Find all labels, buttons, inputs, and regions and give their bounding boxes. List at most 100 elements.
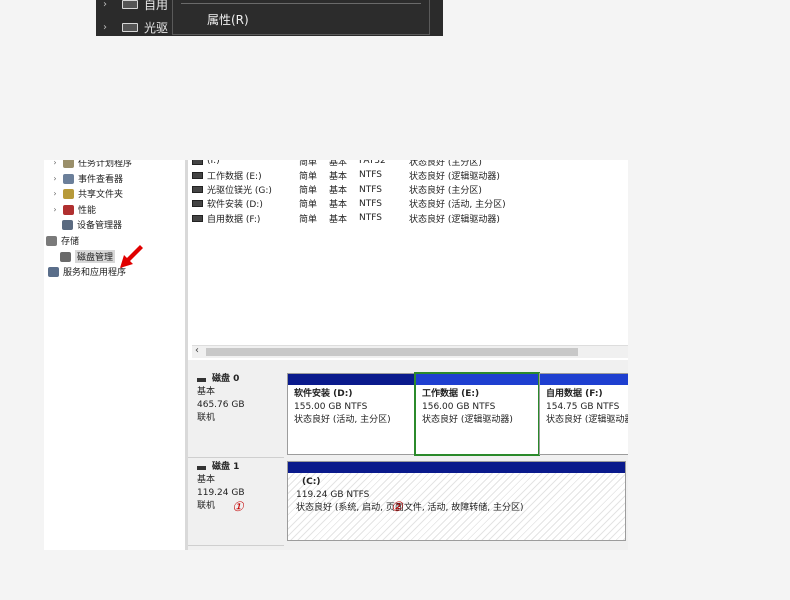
volume-fs: NTFS [359,184,382,195]
disk-title: 磁盘 1 [212,462,240,472]
partition-size: 155.00 GB NTFS [294,402,368,412]
disk-icon [197,465,206,470]
volume-status: 状态良好 (主分区) [409,160,482,168]
volume-fs: NTFS [359,170,382,181]
partition-d[interactable]: 软件安装 (D:) 155.00 GB NTFS 状态良好 (活动, 主分区) [287,373,415,455]
volume-fs: NTFS [359,213,382,224]
chevron-right-icon[interactable]: › [50,205,60,214]
primary-partition-bar [288,462,625,473]
partition-name: 软件安装 (D:) [294,389,353,399]
context-menu: 属性(R) [172,0,430,35]
nav-item-label: 共享文件夹 [78,190,124,200]
partition-e[interactable]: 工作数据 (E:) 156.00 GB NTFS 状态良好 (逻辑驱动器) [414,372,540,456]
volume-name: (I:) [207,160,220,166]
volume-type: 基本 [329,186,348,197]
partition-name: (C:) [302,477,321,487]
chevron-right-icon[interactable]: › [50,160,60,167]
nav-item-label: 设备管理器 [77,221,123,231]
volume-name: 工作数据 (E:) [207,171,262,182]
volume-name: 光驱位镁光 (G:) [207,186,272,197]
partition-size: 119.24 GB NTFS [296,490,370,500]
tree-item-drive[interactable]: › 光驱 [96,18,168,36]
volume-icon [192,200,203,208]
nav-item-label: 性能 [78,206,97,216]
volume-row[interactable]: (I:) 简单 基本 FAT32 状态良好 (主分区) [192,160,628,168]
volume-type: 基本 [329,171,348,182]
menu-separator [181,3,421,4]
nav-item[interactable]: › 共享文件夹 [50,186,123,201]
volume-layout: 简单 [299,200,318,211]
nav-item-icon [62,219,73,230]
volume-icon [192,214,203,222]
volume-layout: 简单 [299,171,318,182]
tree-item-label: 自用 [144,0,169,12]
volume-status: 状态良好 (逻辑驱动器) [409,214,500,225]
nav-item-label: 磁盘管理 [75,250,116,263]
volume-name: 软件安装 (D:) [207,200,263,211]
nav-item-label: 事件查看器 [78,175,124,185]
partition-status: 状态良好 (逻辑驱动器 [546,415,628,425]
chevron-right-icon[interactable]: › [96,0,114,10]
volume-list: (I:) 简单 基本 FAT32 状态良好 (主分区) 工作数据 (E:) 简单 基本 NTFS… [188,160,628,343]
disk-title: 磁盘 0 [212,374,240,384]
partition-name: 工作数据 (E:) [422,389,480,399]
disk-type: 基本 [197,387,216,397]
red-pointer-arrow-icon [120,245,143,268]
nav-item-icon [63,173,74,184]
nav-item[interactable]: › 事件查看器 [50,171,123,186]
annotation-marker-2: ② [391,500,403,515]
volume-status: 状态良好 (逻辑驱动器) [409,171,500,182]
tree-item-label: 光驱 [144,20,169,35]
disk-size: 465.76 GB [197,400,245,410]
scrollbar-thumb[interactable] [206,348,578,356]
volume-row[interactable]: 自用数据 (F:) 简单 基本 NTFS 状态良好 (逻辑驱动器) [192,211,628,225]
volume-status: 状态良好 (活动, 主分区) [409,200,506,211]
nav-item-label: 存储 [61,237,80,247]
scroll-left-icon[interactable]: ‹ [195,345,199,356]
volume-icon [192,171,203,179]
volume-layout: 简单 [299,214,318,225]
explorer-tree-fragment: › 自用 › 光驱 属性(R) [96,0,443,36]
partition-status: 状态良好 (活动, 主分区) [294,415,391,425]
chevron-right-icon[interactable]: › [50,174,60,183]
partition-status: 状态良好 (系统, 启动, 页面文件, 活动, 故障转储, 主分区) [296,503,524,513]
volume-fs: NTFS [359,198,382,209]
volume-fs: FAT32 [359,160,386,166]
primary-partition-bar [288,374,414,385]
disk-graphical-view: 磁盘 0 基本 465.76 GB 联机 软件安装 (D:) 155.00 GB… [188,360,628,550]
volume-type: 基本 [329,214,348,225]
nav-item[interactable]: 磁盘管理 [60,249,116,264]
menu-item-properties[interactable]: 属性(R) [207,11,249,28]
nav-item-icon [60,251,71,262]
annotation-marker-1: ① [232,500,244,515]
tree-item-drive[interactable]: › 自用 [96,0,168,13]
nav-item[interactable]: › 性能 [50,202,96,217]
disk-size: 119.24 GB [197,488,245,498]
volume-row[interactable]: 光驱位镁光 (G:) 简单 基本 NTFS 状态良好 (主分区) [192,183,628,197]
disk-management-window: › 任务计划程序 › 事件查看器 › 共享文件夹 › 性能设备管理器存储磁盘管理 服务和应用程序… [44,160,628,550]
disk-0-label[interactable]: 磁盘 0 基本 465.76 GB 联机 [188,373,284,458]
drive-icon [122,0,138,9]
partition-c[interactable]: (C:) 119.24 GB NTFS 状态良好 (系统, 启动, 页面文件, … [287,461,626,541]
nav-item[interactable]: 服务和应用程序 [48,264,126,279]
logical-partition-bar [540,374,628,385]
chevron-right-icon[interactable]: › [96,22,114,33]
volume-type: 基本 [329,200,348,211]
nav-item[interactable]: 设备管理器 [62,217,122,232]
nav-item-icon [63,160,74,168]
volume-icon [192,186,203,194]
volume-status: 状态良好 (主分区) [409,186,482,197]
chevron-right-icon[interactable]: › [50,189,60,198]
partition-name: 自用数据 (F:) [546,389,603,399]
volume-row[interactable]: 工作数据 (E:) 简单 基本 NTFS 状态良好 (逻辑驱动器) [192,168,628,182]
volume-name: 自用数据 (F:) [207,214,261,225]
nav-item[interactable]: 存储 [46,233,79,248]
partition-f[interactable]: 自用数据 (F:) 154.75 GB NTFS 状态良好 (逻辑驱动器 [539,373,628,455]
navigation-tree: › 任务计划程序 › 事件查看器 › 共享文件夹 › 性能设备管理器存储磁盘管理 服务和应用程序 [44,160,185,550]
nav-item[interactable]: › 任务计划程序 [50,160,132,170]
nav-item-icon [63,188,74,199]
volume-icon [192,160,203,165]
nav-item-label: 任务计划程序 [78,160,133,169]
volume-row[interactable]: 软件安装 (D:) 简单 基本 NTFS 状态良好 (活动, 主分区) [192,197,628,211]
horizontal-scrollbar[interactable]: ‹ [192,345,628,358]
